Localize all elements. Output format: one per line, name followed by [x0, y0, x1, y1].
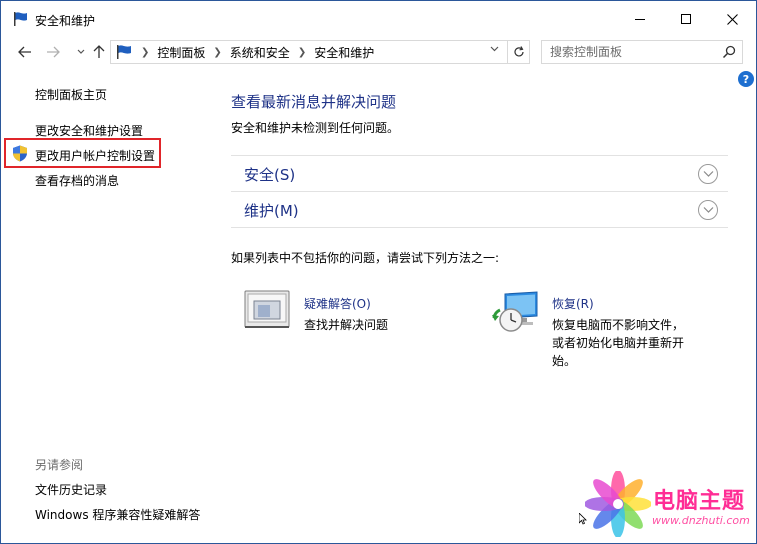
- sidebar-link-view-archived-messages[interactable]: 查看存档的消息: [35, 172, 119, 189]
- control-panel-flag-icon: [117, 45, 131, 59]
- chevron-right-icon[interactable]: ❯: [298, 47, 306, 58]
- troubleshooting-description: 查找并解决问题: [304, 318, 389, 332]
- recovery-description-line: 始。: [552, 354, 577, 368]
- chevron-down-icon: [490, 46, 499, 52]
- chevron-down-icon: [703, 171, 714, 177]
- sidebar-link-change-security-settings[interactable]: 更改安全和维护设置: [35, 122, 143, 139]
- title-bar: 安全和维护: [1, 1, 756, 37]
- recovery-description: 恢复电脑而不影响文件， 或者初始化电脑并重新开 始。: [552, 316, 684, 370]
- chevron-right-icon: ❯: [141, 46, 150, 58]
- arrow-right-icon: [47, 46, 60, 58]
- breadcrumb-security-maintenance[interactable]: 安全和维护: [314, 44, 374, 61]
- minimize-icon: [635, 18, 645, 20]
- search-input[interactable]: [542, 41, 712, 63]
- search-icon[interactable]: [722, 45, 736, 59]
- troubleshooting-icon[interactable]: [244, 290, 290, 330]
- section-maintenance[interactable]: 维护(M): [231, 192, 728, 228]
- address-bar[interactable]: ❯ 控制面板 ❯ 系统和安全 ❯ 安全和维护: [110, 40, 530, 64]
- page-title: 查看最新消息并解决问题: [231, 93, 397, 111]
- recovery-link[interactable]: 恢复(R): [552, 295, 594, 312]
- chevron-down-icon: [703, 207, 714, 213]
- close-icon: [726, 13, 738, 25]
- refresh-icon: [513, 46, 524, 57]
- up-button[interactable]: [89, 42, 109, 62]
- divider: [231, 227, 728, 228]
- watermark-flower-icon: [585, 471, 651, 537]
- navigation-bar: ❯ 控制面板 ❯ 系统和安全 ❯ 安全和维护: [1, 38, 756, 66]
- back-button[interactable]: [15, 42, 35, 62]
- address-dropdown-button[interactable]: [490, 44, 499, 55]
- search-box[interactable]: [541, 40, 743, 64]
- sidebar-link-change-uac-settings[interactable]: 更改用户帐户控制设置: [35, 147, 155, 164]
- chevron-right-icon[interactable]: ❯: [213, 47, 221, 58]
- section-security[interactable]: 安全(S): [231, 156, 728, 192]
- sidebar-link-file-history[interactable]: 文件历史记录: [35, 481, 107, 498]
- refresh-button[interactable]: [507, 41, 529, 63]
- troubleshooting-link[interactable]: 疑难解答(O): [304, 295, 371, 312]
- forward-button[interactable]: [43, 42, 63, 62]
- expand-chevron-icon[interactable]: [698, 200, 718, 220]
- see-also-heading: 另请参阅: [35, 458, 84, 472]
- suggestion-text: 如果列表中不包括你的问题，请尝试下列方法之一:: [231, 251, 500, 265]
- uac-shield-icon: [13, 145, 27, 162]
- watermark-url: www.dnzhuti.com: [652, 514, 750, 527]
- recovery-description-line: 恢复电脑而不影响文件，: [552, 318, 685, 332]
- arrow-left-icon: [18, 46, 31, 58]
- section-label-security[interactable]: 安全(S): [244, 164, 295, 185]
- maximize-icon: [681, 14, 691, 24]
- breadcrumb-control-panel[interactable]: 控制面板: [157, 44, 205, 61]
- recovery-icon[interactable]: [491, 290, 541, 334]
- recent-locations-button[interactable]: [71, 42, 91, 62]
- window-title: 安全和维护: [35, 14, 96, 28]
- breadcrumb-system-security[interactable]: 系统和安全: [230, 44, 290, 61]
- minimize-button[interactable]: [617, 1, 663, 37]
- sidebar-link-home[interactable]: 控制面板主页: [35, 86, 107, 103]
- help-icon[interactable]: ?: [738, 71, 754, 87]
- section-label-maintenance[interactable]: 维护(M): [244, 200, 299, 221]
- control-panel-window: 安全和维护 ❯ 控制面板 ❯ 系统和安全 ❯ 安全和维护 搜索控制面板 ? 控制…: [0, 0, 757, 544]
- recovery-description-line: 或者初始化电脑并重新开: [552, 336, 685, 350]
- close-button[interactable]: [709, 1, 755, 37]
- sidebar-link-compat-troubleshooter[interactable]: Windows 程序兼容性疑难解答: [35, 506, 200, 523]
- arrow-up-icon: [93, 45, 105, 58]
- watermark-title: 电脑主题: [653, 489, 746, 514]
- chevron-down-icon: [77, 49, 85, 54]
- status-message: 安全和维护未检测到任何问题。: [231, 121, 400, 135]
- maximize-button[interactable]: [663, 1, 709, 37]
- expand-chevron-icon[interactable]: [698, 164, 718, 184]
- flag-icon: [14, 12, 27, 26]
